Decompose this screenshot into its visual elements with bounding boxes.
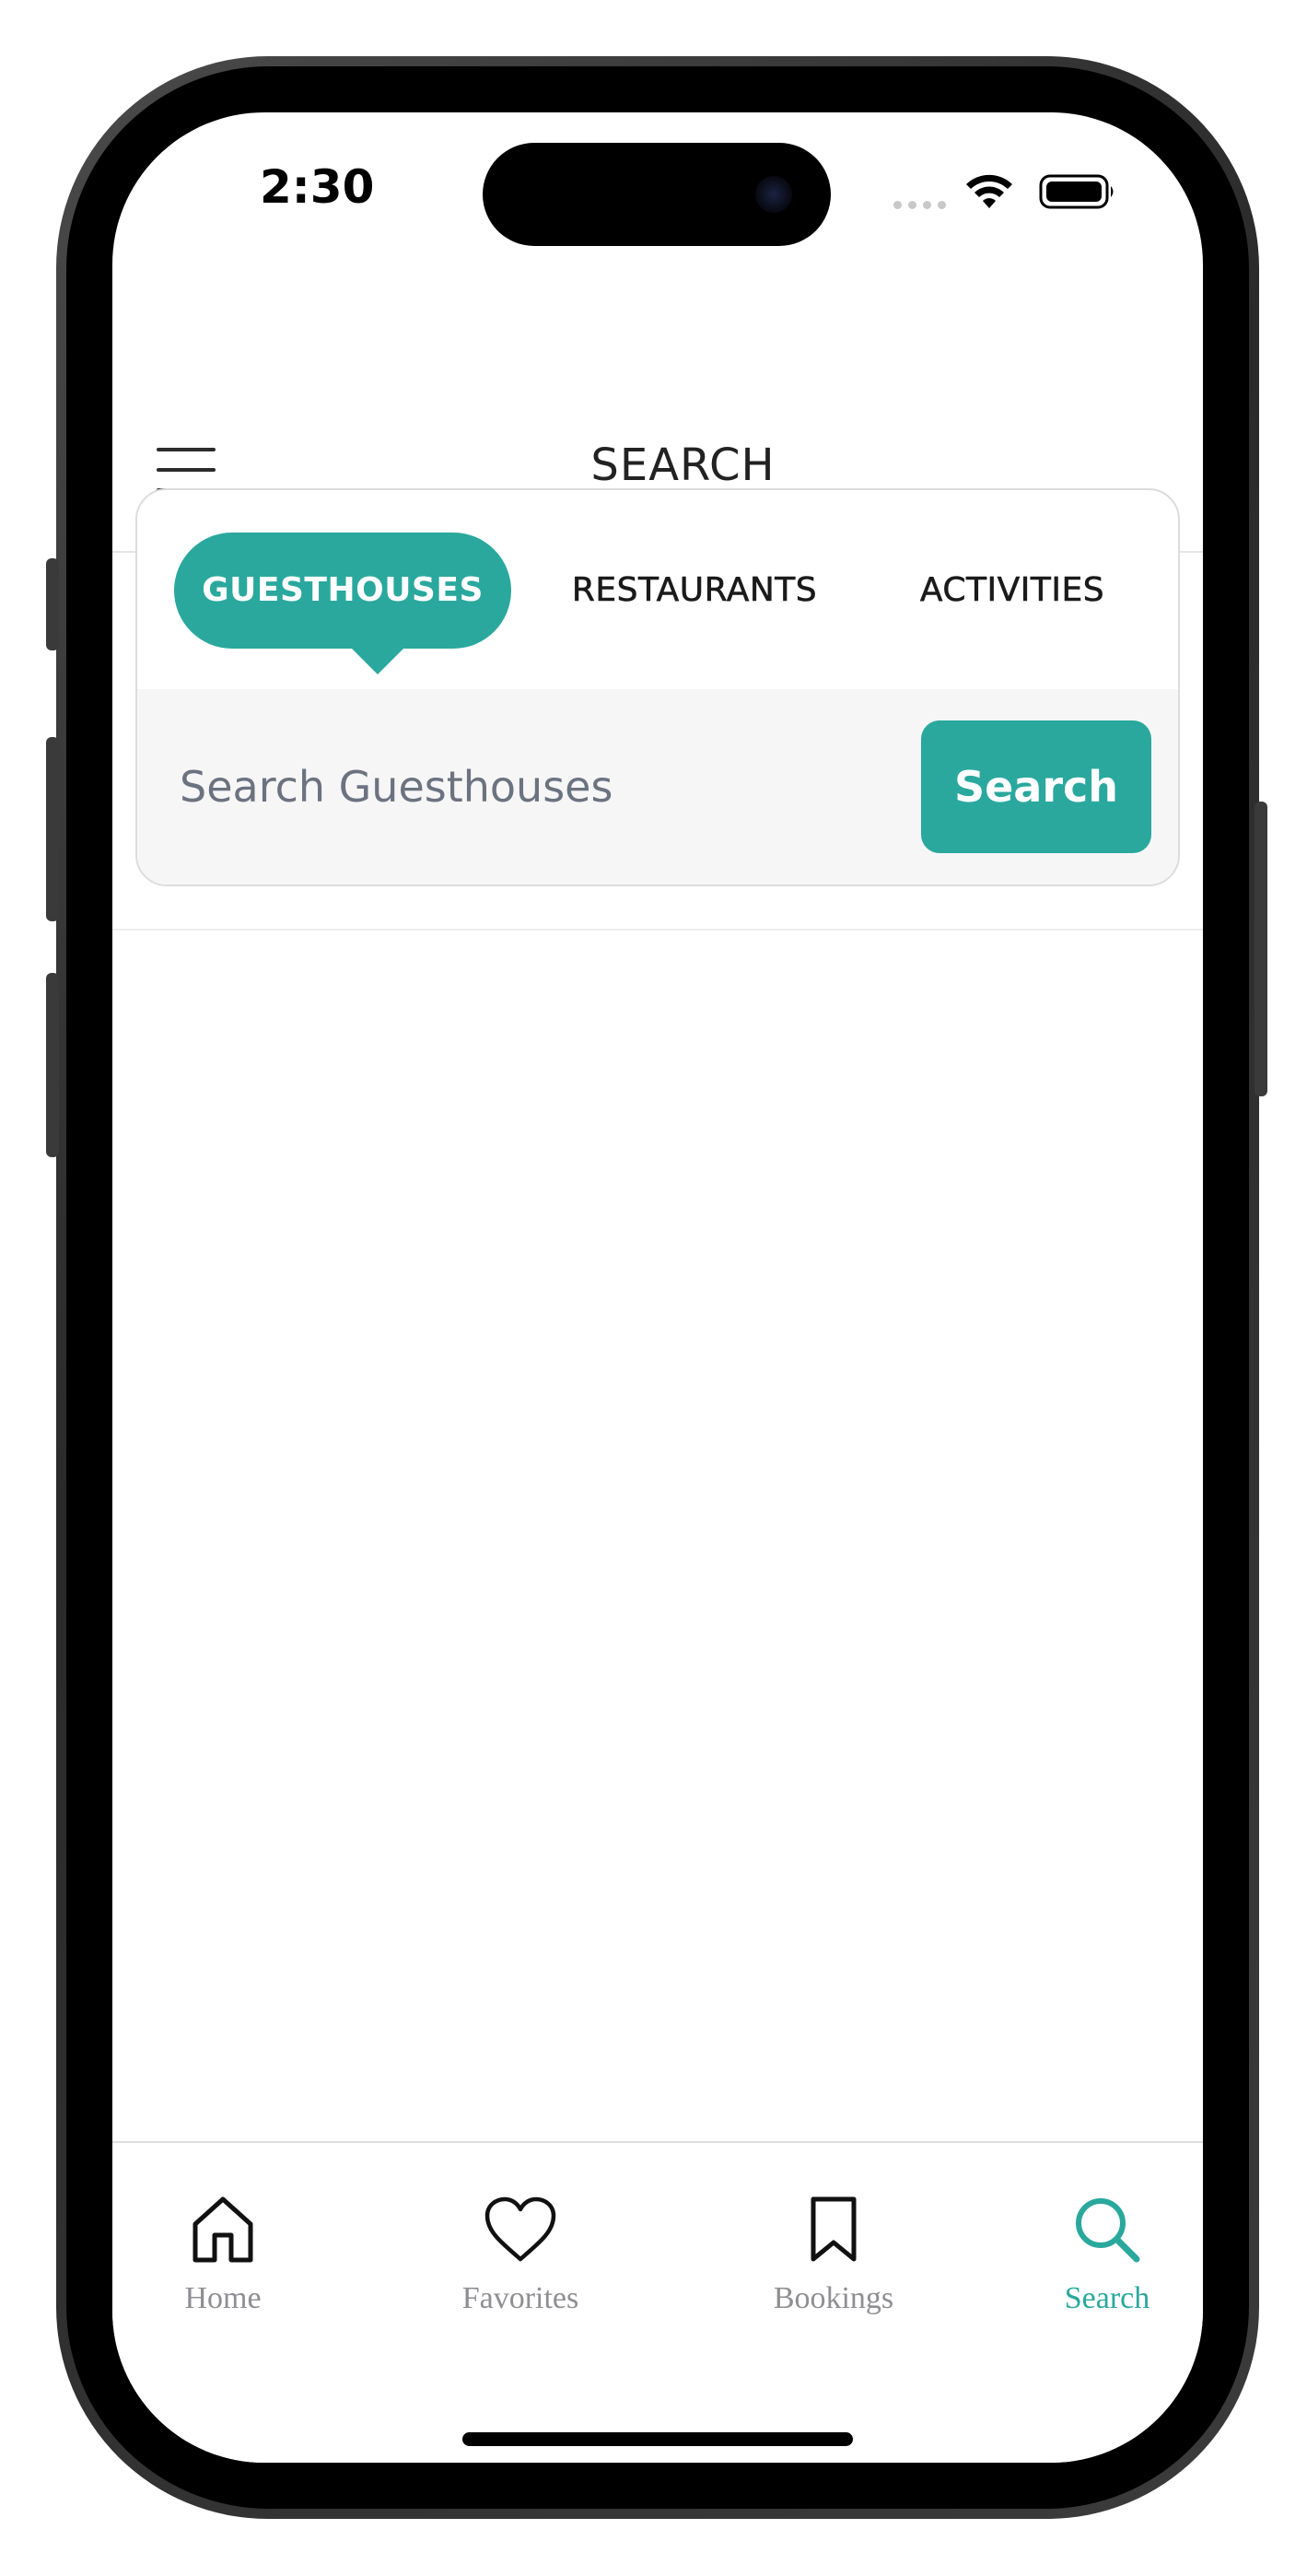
tab-restaurants[interactable]: RESTAURANTS: [533, 533, 856, 649]
dynamic-island: [483, 143, 831, 246]
action-button: [46, 558, 59, 650]
wifi-icon: [966, 174, 1012, 208]
nav-item-search[interactable]: Search: [997, 2195, 1203, 2316]
search-icon: [1076, 2198, 1140, 2263]
tab-activities[interactable]: ACTIVITIES: [874, 533, 1150, 649]
nav-item-bookings[interactable]: Bookings: [723, 2195, 944, 2316]
home-icon: [193, 2196, 253, 2263]
search-row: Search: [137, 689, 1178, 884]
search-button[interactable]: Search: [921, 720, 1151, 853]
bottom-nav: Home Favorites Bookings Search: [112, 2141, 1203, 2463]
nav-item-favorites[interactable]: Favorites: [410, 2195, 631, 2316]
volume-up-button: [46, 737, 59, 921]
power-button: [1254, 802, 1267, 1096]
tab-guesthouses[interactable]: GUESTHOUSES: [174, 533, 511, 674]
nav-label-favorites: Favorites: [461, 2281, 579, 2315]
bookmark-icon: [811, 2196, 857, 2262]
front-camera: [755, 176, 792, 213]
battery-icon: [1039, 174, 1114, 209]
app-screen: 2:30 SEARCH GUESTHOUSES RESTAURANTS ACTI…: [112, 112, 1203, 2463]
status-time: 2:30: [260, 160, 375, 214]
heart-icon: [484, 2196, 556, 2262]
home-indicator: [462, 2432, 853, 2446]
nav-item-home[interactable]: Home: [112, 2195, 333, 2316]
nav-label-home: Home: [184, 2281, 262, 2315]
category-tabs: GUESTHOUSES RESTAURANTS ACTIVITIES: [137, 490, 1178, 689]
volume-down-button: [46, 973, 59, 1157]
nav-label-bookings: Bookings: [773, 2281, 894, 2315]
search-input[interactable]: [163, 720, 900, 853]
search-card: GUESTHOUSES RESTAURANTS ACTIVITIES Searc…: [135, 488, 1180, 886]
content-divider: [112, 929, 1203, 931]
nav-label-search: Search: [1064, 2281, 1150, 2315]
page-title: SEARCH: [590, 439, 776, 491]
signal-dots-icon: [893, 201, 946, 209]
